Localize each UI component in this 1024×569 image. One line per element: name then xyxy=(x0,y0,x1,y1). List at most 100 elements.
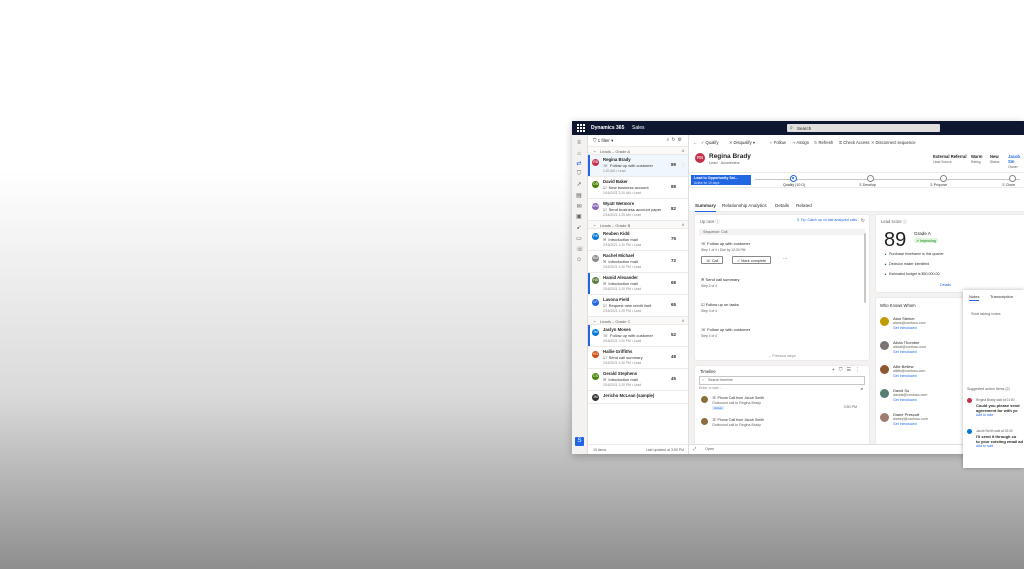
list-item[interactable]: RM Rachel Michael ✉ Introduction mail 2/1… xyxy=(588,251,688,273)
mail-icon[interactable]: ✉ xyxy=(576,204,582,210)
timeline-search-input[interactable]: ⌕ Search timeline xyxy=(699,376,865,385)
details-link[interactable]: Details xyxy=(940,283,951,287)
back-icon[interactable]: ← xyxy=(693,140,697,145)
stage-develop[interactable] xyxy=(867,175,874,182)
scrollbar[interactable] xyxy=(864,233,866,303)
disconnect-sequence-button[interactable]: ✕Disconnect sequence xyxy=(871,140,916,145)
chart-icon[interactable]: ↗ xyxy=(576,182,582,188)
calendar-icon[interactable]: ▤ xyxy=(576,193,582,199)
work-list-tools: ⌕↻⚙ xyxy=(667,137,685,143)
lead-score: 72 xyxy=(670,258,676,263)
call-button[interactable]: ☏ Call xyxy=(701,256,724,264)
mark-complete-button[interactable]: ✓ Mark complete xyxy=(732,256,772,264)
group-header[interactable]: ⌄ Leads – Grade A4 xyxy=(588,147,688,155)
menu-icon[interactable]: ≡ xyxy=(576,140,582,146)
stage-close[interactable] xyxy=(1009,175,1016,182)
group-header[interactable]: ⌄ Leads – Grade C4 xyxy=(588,317,688,325)
stage-qualify[interactable] xyxy=(790,175,797,182)
sequence-step[interactable]: ☏ Follow up with customer Step 1 of 4 • D… xyxy=(701,241,750,252)
avatar xyxy=(701,418,708,425)
add-to-note-link[interactable]: Add to note xyxy=(976,444,993,448)
sales-accelerator-icon[interactable]: ⇄ xyxy=(576,161,582,167)
more-icon[interactable]: ⋮ xyxy=(681,162,685,167)
list-item[interactable]: RK Reuben Kidd ✉ Introduction mail 2/16/2… xyxy=(588,229,688,251)
list-icon[interactable]: ☰ xyxy=(847,367,855,373)
brand-name[interactable]: Dynamics 365 xyxy=(591,125,624,131)
list-item[interactable]: DB David Baker ☑ New business account 2/1… xyxy=(588,177,688,199)
score-factor: ▲ Decision maker identified xyxy=(884,262,930,266)
expand-icon[interactable]: ⤢ xyxy=(693,447,696,451)
filter-dropdown[interactable]: ⛉ 1 filter ▾ xyxy=(593,138,613,144)
attach-icon[interactable]: ⌀ xyxy=(861,386,863,391)
list-item[interactable]: JM Jaclyn Moses ☏ Follow up with customer… xyxy=(588,325,688,347)
person-icon[interactable]: ☺ xyxy=(576,257,582,263)
document-icon[interactable]: ▭ xyxy=(576,236,582,242)
settings-icon[interactable]: ⚙ xyxy=(678,137,684,143)
process-stage-flyout[interactable]: Lead to Opportunity Sal... Active for 10… xyxy=(691,175,751,185)
qualify-button[interactable]: ✓Qualify xyxy=(701,140,719,145)
add-to-note-link[interactable]: Add to note xyxy=(976,413,993,417)
sequence-step[interactable]: ☏ Follow up with customer Step 4 of 4 xyxy=(701,327,750,338)
avatar xyxy=(880,413,889,422)
record-header: RB Regina Brady Lead · Accelerator Exter… xyxy=(689,149,1024,199)
rocket-icon[interactable]: ➹ xyxy=(576,225,582,231)
sequence-step[interactable]: ✉ Send call summary Step 2 of 4 xyxy=(701,277,740,288)
filter-icon[interactable]: ⛉ xyxy=(576,171,582,177)
check-access-button[interactable]: ⚿Check Access xyxy=(839,140,870,145)
phone-icon[interactable]: ☏ xyxy=(576,247,584,253)
stage-propose-label: ⚿ Propose xyxy=(930,182,948,187)
refresh-icon: ↻ xyxy=(814,140,818,145)
sequence-step[interactable]: ☑ Follow up on tasks Step 3 of 4 xyxy=(701,302,739,313)
stage-develop-label: ⚿ Develop xyxy=(859,182,876,187)
list-item[interactable]: WW Wyatt Wetmore ☑ Send business account … xyxy=(588,199,688,221)
area-switcher-icon[interactable]: S xyxy=(575,437,584,446)
more-icon[interactable]: ⋮ xyxy=(855,367,864,373)
assign-button[interactable]: ⇢Assign xyxy=(792,140,809,145)
tip-link[interactable]: ⚲ Tip: Catch up on last analyzed calls xyxy=(797,218,857,222)
lead-score: 88 xyxy=(670,184,676,189)
list-item[interactable]: GS Gerald Stephens ✉ Introduction mail 2/… xyxy=(588,369,688,391)
tab-relationship-analytics[interactable]: Relationship Analytics xyxy=(722,203,767,208)
tab-summary[interactable]: Summary xyxy=(695,203,716,212)
close-icon: ✕ xyxy=(729,140,733,145)
group-header[interactable]: ⌄ Leads – Grade B4 xyxy=(588,221,688,229)
assign-icon: ⇢ xyxy=(792,140,796,145)
filter-icon[interactable]: ⛉ xyxy=(839,367,847,373)
avatar: GS xyxy=(592,373,599,380)
note-input[interactable]: Enter a note... xyxy=(699,386,722,390)
home-icon[interactable]: ⌂ xyxy=(576,151,582,157)
list-item[interactable]: RB Regina Brady ☏ Follow up with customer… xyxy=(588,155,688,177)
contacts-icon[interactable]: ▣ xyxy=(576,214,582,220)
chevron-down-icon: ⌄ xyxy=(593,148,597,153)
mail-icon: ✉ xyxy=(603,237,607,242)
search-box[interactable]: ⌕ Search xyxy=(787,124,940,132)
tab-related[interactable]: Related xyxy=(796,203,812,208)
close-icon: ✕ xyxy=(871,140,875,145)
sequence-label: Sequence: Call xyxy=(699,229,865,235)
more-icon[interactable]: ⋯ xyxy=(783,256,788,262)
task-icon: ☑ xyxy=(603,303,607,308)
list-item[interactable]: LF Lavona Field ☑ Request new credit limi… xyxy=(588,295,688,317)
up-next-card: Up next ⓘ ⚲ Tip: Catch up on last analyz… xyxy=(695,215,869,360)
refresh-button[interactable]: ↻Refresh xyxy=(814,140,833,145)
tab-notes[interactable]: Notes xyxy=(969,294,980,301)
tab-details[interactable]: Details xyxy=(775,203,789,208)
stage-close-label: ⚿ Close xyxy=(1002,182,1015,187)
stage-propose[interactable] xyxy=(940,175,947,182)
avatar: LF xyxy=(592,299,599,306)
phone-icon: ☏ xyxy=(706,259,711,263)
disqualify-button[interactable]: ✕Disqualify ▾ xyxy=(729,140,755,145)
follow-button[interactable]: ☆Follow xyxy=(769,140,786,145)
refresh-icon[interactable]: ↻ xyxy=(861,218,865,224)
previous-steps-link[interactable]: ⌄ Previous steps xyxy=(695,354,869,358)
list-item[interactable]: HG Hallie Griffiths ☑ Send call summary 2… xyxy=(588,347,688,369)
app-launcher-icon[interactable] xyxy=(577,124,585,132)
list-item[interactable]: HA Hamid Alexander ✉ Introduction mail 2/… xyxy=(588,273,688,295)
add-icon[interactable]: + xyxy=(832,367,839,373)
top-bar: Dynamics 365 Sales ⌕ Search xyxy=(572,121,1024,135)
list-item[interactable]: JM Jericho McLean (sample) xyxy=(588,391,688,404)
get-introduced-link: Get introduced xyxy=(893,326,917,330)
tab-transcription[interactable]: Transcription xyxy=(990,294,1013,299)
get-introduced-link: Get introduced xyxy=(893,398,917,402)
notes-input[interactable]: Start taking notes xyxy=(971,312,1001,316)
